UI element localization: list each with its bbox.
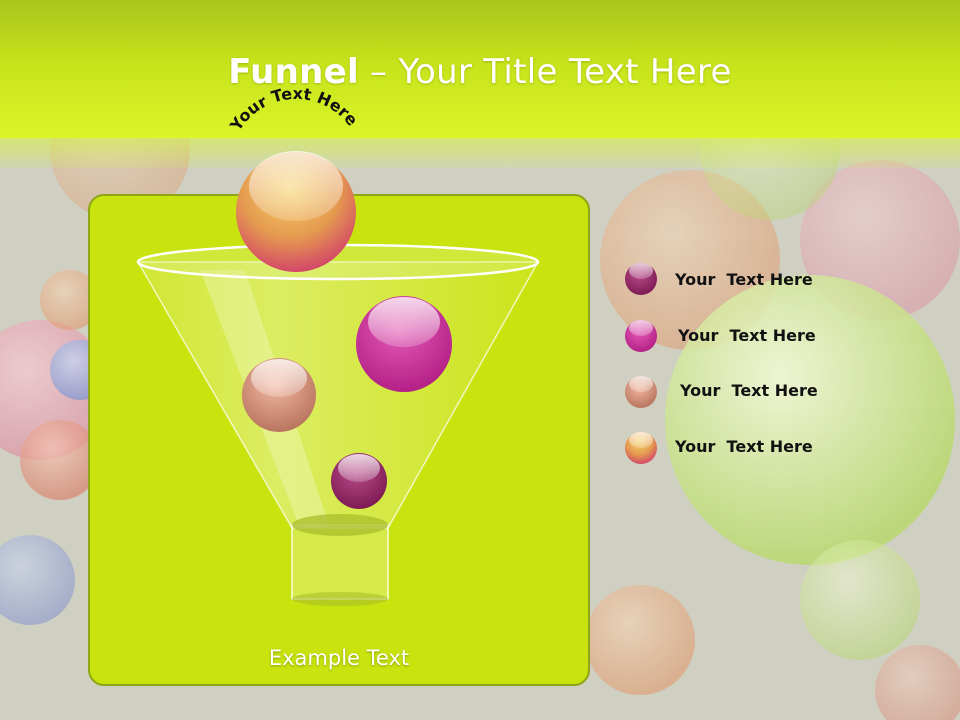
- funnel-graphic: Your Text Here: [136, 84, 657, 606]
- peach-ball: [242, 358, 316, 432]
- legend-item-4: Your Text Here: [675, 437, 813, 456]
- plum-ball: [331, 453, 387, 509]
- legend-item-3: Your Text Here: [680, 381, 818, 400]
- legend-item-2: Your Text Here: [678, 326, 816, 345]
- legend-bullet-3: [625, 376, 657, 408]
- magenta-ball: [356, 296, 452, 392]
- legend-bullet-2: [625, 320, 657, 352]
- legend-item-1: Your Text Here: [675, 270, 813, 289]
- example-text: Example Text: [268, 646, 410, 670]
- arc-text: Your Text Here: [226, 84, 362, 135]
- legend-bullet-4: [625, 432, 657, 464]
- legend-bullet-1: [625, 263, 657, 295]
- funnel-spout: [291, 514, 389, 606]
- top-ball: [236, 151, 356, 272]
